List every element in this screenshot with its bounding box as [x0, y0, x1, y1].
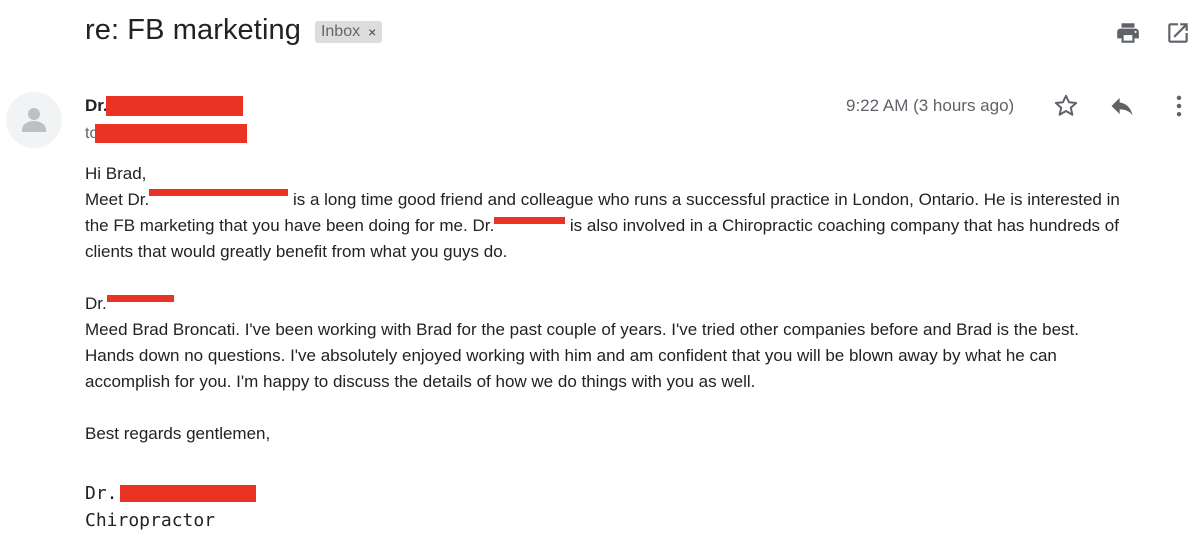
redacted-recipient [95, 124, 248, 143]
p1-l1-end: is a long time good friend and colleague… [288, 190, 1120, 209]
paragraph-2-line-2: Hands down no questions. I've absolutely… [85, 346, 1057, 365]
paragraph-1-line-1: Meet Dr. is a long time good friend and … [85, 187, 1197, 213]
paragraph-1-line-3: clients that would greatly benefit from … [85, 242, 508, 261]
p1-l1-start: Meet Dr. [85, 190, 150, 209]
star-icon[interactable] [1052, 92, 1080, 120]
salutation-2: Dr. [85, 291, 1197, 317]
message-body: Hi Brad, Meet Dr. is a long time good fr… [85, 161, 1197, 447]
closing: Best regards gentlemen, [85, 424, 271, 443]
signature-name: Dr. [85, 483, 256, 504]
salutation-2-prefix: Dr. [85, 294, 107, 313]
sender-avatar[interactable] [6, 92, 62, 148]
remove-label-button[interactable]: × [368, 24, 376, 40]
redacted-name [494, 217, 566, 224]
p1-l2-start: the FB marketing that you have been doin… [85, 216, 495, 235]
label-chip-text: Inbox [320, 23, 361, 40]
inbox-label-chip[interactable]: Inbox × [314, 21, 383, 43]
signature-title-text: Chiropractor [85, 510, 216, 531]
sender-prefix: Dr. [85, 96, 108, 115]
redacted-name [149, 189, 289, 196]
paragraph-1-line-2: the FB marketing that you have been doin… [85, 213, 1197, 239]
sender-name[interactable]: Dr. [85, 96, 243, 116]
paragraph-2-line-1: Meed Brad Broncati. I've been working wi… [85, 320, 1079, 339]
signature-title: Chiropractor [85, 510, 215, 531]
timestamp: 9:22 AM (3 hours ago) [846, 96, 1015, 115]
greeting: Hi Brad, [85, 164, 147, 183]
recipient-line[interactable]: to [85, 124, 248, 143]
redacted-name [106, 295, 174, 302]
subject-row: re: FB marketing Inbox × [85, 14, 383, 47]
redacted-signature [119, 485, 256, 502]
paragraph-2-line-3: accomplish for you. I'm happy to discuss… [85, 372, 756, 391]
signature-prefix: Dr. [85, 483, 118, 504]
print-icon[interactable] [1115, 20, 1141, 46]
reply-icon[interactable] [1108, 92, 1136, 120]
open-in-new-window-icon[interactable] [1165, 20, 1191, 46]
p1-l2-end: is also involved in a Chiropractic coach… [565, 216, 1119, 235]
person-icon [22, 108, 46, 132]
redacted-sender-name [105, 96, 243, 116]
more-vert-icon[interactable] [1165, 92, 1193, 120]
email-subject: re: FB marketing [85, 14, 301, 46]
